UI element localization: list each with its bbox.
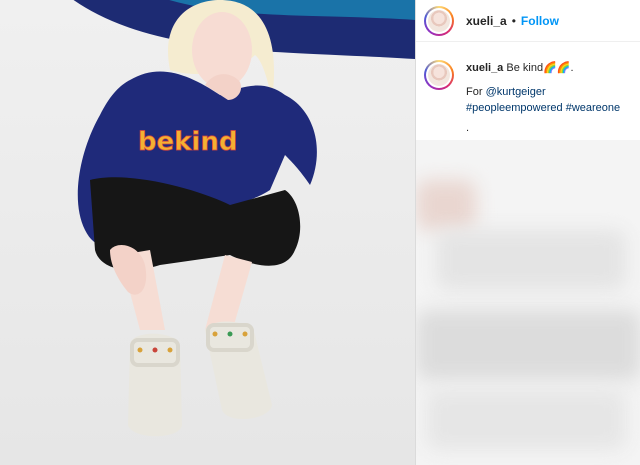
caption-avatar[interactable] xyxy=(424,60,454,90)
caption: xueli_a Be kind🌈🌈. For @kurtgeiger #peop… xyxy=(424,60,639,136)
hashtag-link[interactable]: #peopleempowered xyxy=(466,102,563,114)
photo-illustration: bekind xyxy=(0,0,415,465)
hashtag-link[interactable]: #weareone xyxy=(566,102,620,114)
mention-link[interactable]: @kurtgeiger xyxy=(486,86,546,98)
post-side-panel: xueli_a • Follow xueli_a Be kind🌈🌈. For … xyxy=(415,0,640,465)
avatar-image xyxy=(428,64,450,86)
avatar[interactable] xyxy=(424,5,454,36)
separator-dot: • xyxy=(511,13,516,28)
post-photo[interactable]: bekind xyxy=(0,0,415,465)
sweater-text: bekind xyxy=(138,127,238,157)
blurred-comments-area xyxy=(416,140,640,465)
follow-button[interactable]: Follow xyxy=(521,14,559,28)
post-username[interactable]: xueli_a xyxy=(466,14,507,28)
caption-username[interactable]: xueli_a xyxy=(466,62,503,74)
post-header: xueli_a • Follow xyxy=(416,0,640,42)
caption-body: xueli_a Be kind🌈🌈. For @kurtgeiger #peop… xyxy=(466,60,620,136)
left-clog xyxy=(128,333,182,437)
caption-trailing: . xyxy=(466,122,470,134)
avatar-image xyxy=(428,9,450,32)
caption-text: Be kind🌈🌈. xyxy=(506,62,574,74)
caption-for-text: For xyxy=(466,86,483,98)
